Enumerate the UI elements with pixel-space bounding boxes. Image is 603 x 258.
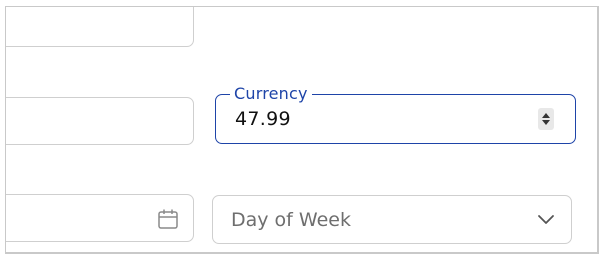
increment-arrow-icon[interactable]	[542, 113, 550, 118]
currency-field[interactable]: Currency 47.99	[215, 84, 576, 144]
currency-label: Currency	[230, 84, 312, 104]
day-of-week-select[interactable]: Day of Week	[212, 195, 572, 244]
form-panel: Currency 47.99 Day of Week	[5, 6, 599, 254]
calendar-icon[interactable]	[157, 208, 179, 230]
day-of-week-placeholder: Day of Week	[231, 209, 351, 231]
text-field-top[interactable]	[6, 7, 194, 47]
decrement-arrow-icon[interactable]	[542, 120, 550, 125]
currency-input-value[interactable]: 47.99	[235, 107, 291, 131]
text-field-middle[interactable]	[6, 97, 194, 145]
number-spinner[interactable]	[538, 108, 554, 130]
chevron-down-icon[interactable]	[537, 212, 555, 226]
date-field[interactable]	[6, 194, 194, 242]
